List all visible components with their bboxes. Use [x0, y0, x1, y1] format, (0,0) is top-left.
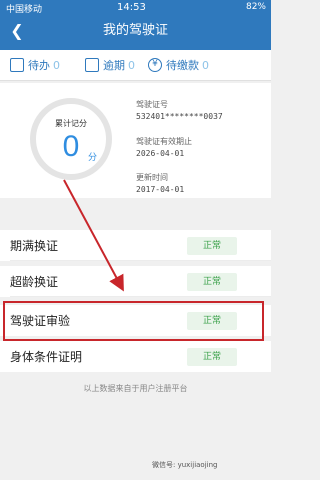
- annotation-arrow: [63, 179, 124, 292]
- data-source-note: 以上数据来自于用户注册平台: [83, 384, 188, 393]
- watermark: 微信号: yuxijiaojing: [152, 461, 218, 469]
